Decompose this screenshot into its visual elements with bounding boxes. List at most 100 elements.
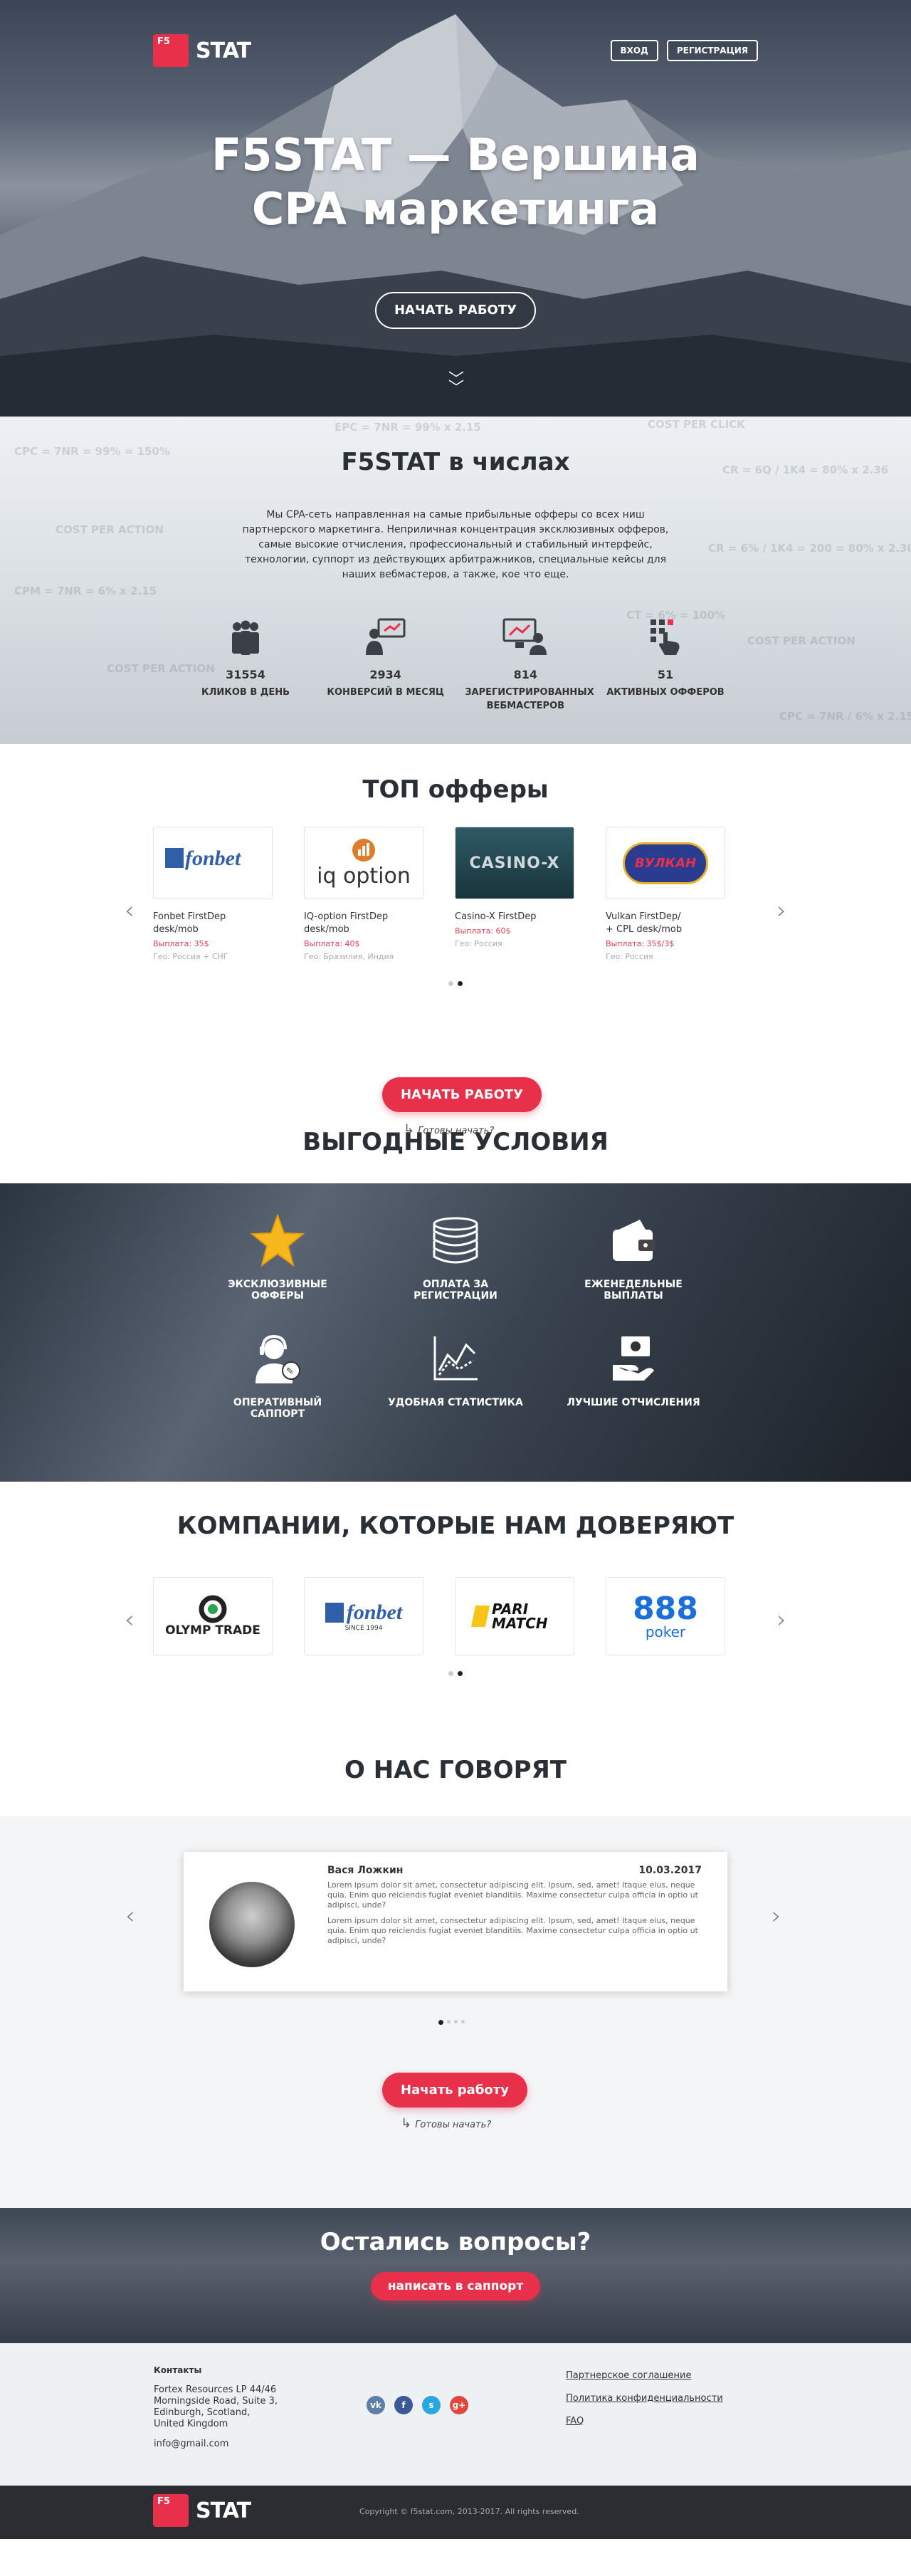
pagination-dot[interactable] xyxy=(458,1671,463,1676)
money-hand-icon xyxy=(562,1330,705,1387)
watermark: CPC = 7NR = 99% = 150% xyxy=(14,445,170,458)
company-logo-888[interactable]: 888 poker xyxy=(606,1577,725,1655)
pagination-dot[interactable] xyxy=(461,2020,465,2023)
reviews-cta: Начать работу ↳ Готовы начать? xyxy=(382,2073,527,2131)
pagination-dot[interactable] xyxy=(448,981,453,986)
companies-next-arrow-icon[interactable]: › xyxy=(776,1606,786,1634)
advantage-label: УДОБНАЯ СТАТИСТИКА xyxy=(388,1397,523,1408)
advantage-item: УДОБНАЯ СТАТИСТИКА xyxy=(384,1330,527,1420)
pagination-dot[interactable] xyxy=(447,2020,451,2023)
questions-section: Остались вопросы? написать в саппорт xyxy=(0,2208,911,2343)
presenter-icon xyxy=(325,612,446,655)
watermark: CPC = 7NR / 6% x 2.15 xyxy=(779,710,911,723)
stat-label: АКТИВНЫХ ОФФЕРОВ xyxy=(606,687,725,698)
numbers-description: Мы CPA-сеть направленная на самые прибыл… xyxy=(242,509,669,580)
offers-cta: НАЧАТЬ РАБОТУ ↳ Готовы начать? xyxy=(382,1077,542,1137)
advantage-label: ЕЖЕНЕДЕЛЬНЫЕ ВЫПЛАТЫ xyxy=(584,1279,683,1302)
review-paragraph: Lorem ipsum dolor sit amet, consectetur … xyxy=(327,1916,698,1945)
offer-pay: Выплата: 60$ xyxy=(455,926,511,936)
companies-prev-arrow-icon[interactable]: ‹ xyxy=(125,1606,135,1634)
wallet-icon xyxy=(562,1212,705,1269)
advantage-item: ОПЛАТА ЗА РЕГИСТРАЦИИ xyxy=(384,1212,527,1302)
contacts-email[interactable]: info@gmail.com xyxy=(154,2439,282,2450)
pagination-dot[interactable] xyxy=(454,2020,458,2023)
offers-prev-arrow-icon[interactable]: ‹ xyxy=(125,896,135,925)
people-icon xyxy=(185,612,306,655)
offer-geo: Гео: Россия xyxy=(455,939,502,948)
pagination-dot[interactable] xyxy=(448,1671,453,1676)
stat-item: 814 ЗАРЕГИСТРИРОВАННЫХ ВЕБМАСТЕРОВ xyxy=(465,612,594,713)
questions-title: Остались вопросы? xyxy=(320,2228,591,2256)
offer-card[interactable]: ВУЛКАН Vulkan FirstDep/ + CPL desk/mob В… xyxy=(606,827,725,961)
advantage-item: ЕЖЕНЕДЕЛЬНЫЕ ВЫПЛАТЫ xyxy=(562,1212,705,1302)
facebook-icon[interactable]: f xyxy=(394,2396,413,2414)
reviews-start-button[interactable]: Начать работу xyxy=(382,2073,527,2108)
offer-card[interactable]: fonbet Fonbet FirstDep desk/mob Выплата:… xyxy=(153,827,273,961)
google-plus-icon[interactable]: g+ xyxy=(450,2396,468,2414)
offer-pay: Выплата: 35$/3$ xyxy=(606,939,675,948)
stat-label: КЛИКОВ В ДЕНЬ xyxy=(201,687,290,698)
stat-item: 2934 КОНВЕРСИЙ В МЕСЯЦ xyxy=(325,612,446,713)
link-partner-agreement[interactable]: Партнерское соглашение xyxy=(566,2365,723,2387)
logo-mark-icon: F5 xyxy=(153,34,189,67)
reviews-next-arrow-icon[interactable]: › xyxy=(772,1902,781,1930)
avatar xyxy=(209,1882,295,1967)
review-date: 10.03.2017 xyxy=(638,1865,702,1876)
stat-value: 814 xyxy=(513,668,538,681)
link-faq[interactable]: FAQ xyxy=(566,2410,723,2433)
header-logo[interactable]: F5 STAT xyxy=(153,34,251,67)
vk-icon[interactable]: vk xyxy=(367,2396,385,2414)
reviews-prev-arrow-icon[interactable]: ‹ xyxy=(125,1902,135,1930)
advantage-item: ЭКСКЛЮЗИВНЫЕ ОФФЕРЫ xyxy=(206,1212,349,1302)
skype-icon[interactable]: s xyxy=(422,2396,441,2414)
offer-card[interactable]: CASINO-X Casino-X FirstDep Выплата: 60$ … xyxy=(455,827,574,961)
offers-next-arrow-icon[interactable]: › xyxy=(776,896,786,925)
company-name: OLYMP TRADE xyxy=(165,1623,260,1638)
offers-hint: ↳ Готовы начать? xyxy=(404,1122,542,1137)
offer-pay: Выплата: 35$ xyxy=(153,939,209,948)
advantage-label: ОПЕРАТИВНЫЙ САППОРТ xyxy=(233,1397,322,1420)
advantage-item: ✎ ОПЕРАТИВНЫЙ САППОРТ xyxy=(206,1330,349,1420)
svg-text:✎: ✎ xyxy=(286,1366,294,1377)
login-button[interactable]: ВХОД xyxy=(610,40,658,61)
company-sub: SINCE 1994 xyxy=(344,1625,383,1632)
reviews-hint-text: Готовы начать? xyxy=(415,2120,492,2130)
offer-logo-iqoption: iq option xyxy=(304,827,423,899)
hero-start-button[interactable]: НАЧАТЬ РАБОТУ xyxy=(375,292,536,329)
advantage-label: ЭКСКЛЮЗИВНЫЕ ОФФЕРЫ xyxy=(228,1279,327,1302)
hint-arrow-icon: ↳ xyxy=(404,1122,415,1137)
offer-logo-text: iq option xyxy=(317,864,411,889)
company-logo-parimatch[interactable]: PARI MATCH xyxy=(455,1577,574,1655)
hero-title: F5STAT — Вершина CPA маркетинга xyxy=(0,128,911,236)
watermark: EPC = 7NR = 99% x 2.15 xyxy=(335,421,481,434)
top-offers-section: ТОП офферы ‹ › fonbet Fonbet FirstDep de… xyxy=(0,744,911,1137)
pagination-dot[interactable] xyxy=(438,2020,443,2025)
scroll-down-icon[interactable]: ﹀ ﹀ xyxy=(448,372,464,397)
pagination-dot[interactable] xyxy=(458,981,463,986)
offer-logo-text: fonbet xyxy=(185,847,242,870)
watermark: CT = 6% = 100% xyxy=(626,609,726,622)
offer-geo: Гео: Россия + СНГ xyxy=(153,952,228,961)
hero-title-line2: CPA маркетинга xyxy=(251,183,660,235)
offer-logo-text: ВУЛКАН xyxy=(622,842,709,884)
watermark: CR = 6% / 1K4 = 200 = 80% x 2.30 xyxy=(708,542,911,555)
offer-card[interactable]: iq option IQ-option FirstDep desk/mob Вы… xyxy=(304,827,423,961)
footer-contacts: Контакты Fortex Resources LP 44/46 Morni… xyxy=(154,2365,282,2450)
advantage-label: ОПЛАТА ЗА РЕГИСТРАЦИИ xyxy=(414,1279,497,1302)
stat-value: 2934 xyxy=(369,668,401,681)
link-privacy-policy[interactable]: Политика конфиденциальности xyxy=(566,2387,723,2410)
company-logo-fonbet[interactable]: fonbet SINCE 1994 xyxy=(304,1577,423,1655)
support-button[interactable]: написать в саппорт xyxy=(370,2272,541,2300)
footer-logo[interactable]: F5 STAT xyxy=(153,2494,251,2527)
company-name: 888 xyxy=(633,1591,698,1627)
offer-geo: Гео: Россия xyxy=(606,952,653,961)
company-logo-olymptrade[interactable]: OLYMP TRADE xyxy=(153,1577,273,1655)
offer-logo-fonbet: fonbet xyxy=(153,827,273,899)
logo-mark-icon: F5 xyxy=(153,2494,189,2527)
stat-item: 51 АКТИВНЫХ ОФФЕРОВ xyxy=(605,612,726,713)
stat-label: ЗАРЕГИСТРИРОВАННЫХ ВЕБМАСТЕРОВ xyxy=(465,687,594,711)
register-button[interactable]: РЕГИСТРАЦИЯ xyxy=(666,40,758,61)
reviews-pagination xyxy=(438,2020,465,2025)
review-author: Вася Ложкин xyxy=(327,1865,404,1876)
offers-start-button[interactable]: НАЧАТЬ РАБОТУ xyxy=(382,1077,542,1112)
